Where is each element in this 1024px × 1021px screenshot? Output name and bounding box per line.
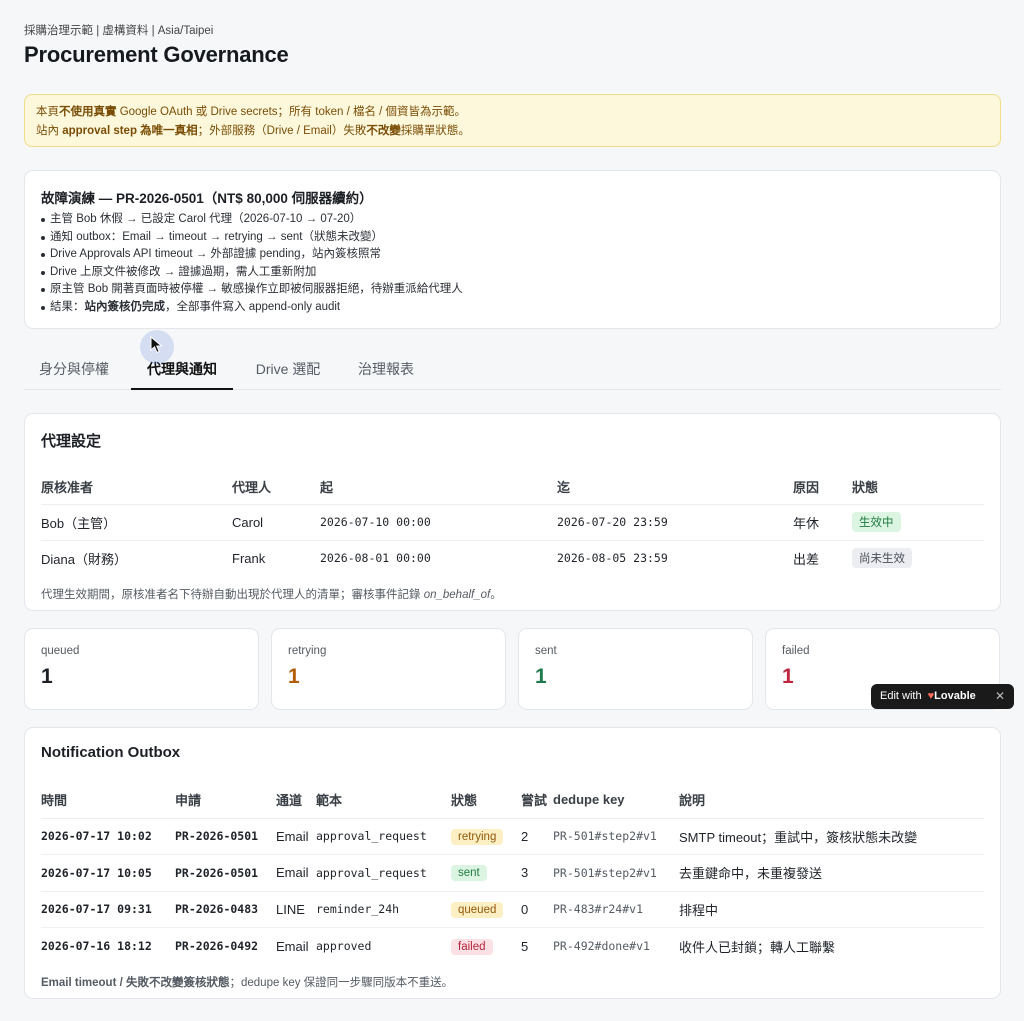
status-badge: retrying [451,828,504,845]
tab-drive[interactable]: Drive 選配 [240,348,336,390]
table-header-row: 時間 申請 通道 範本 狀態 嘗試 dedupe key 說明 [41,782,984,819]
table-row: 2026-07-17 10:02 PR-2026-0501 Email appr… [41,818,984,855]
edit-with-lovable-button[interactable]: Edit with ♥Lovable ✕ [871,684,1014,709]
stat-queued: queued 1 [24,628,259,710]
delegation-table: 原核准者 代理人 起 迄 原因 狀態 Bob（主管） Carol 2026-07… [41,470,984,576]
delegation-settings-card: 代理設定 原核准者 代理人 起 迄 原因 狀態 Bob（主管） Carol 20… [24,413,1001,611]
drill-item: Drive Approvals API timeout → 外部證據 pendi… [41,246,984,264]
status-badge: 尚未生效 [852,548,912,569]
status-badge: queued [451,901,504,918]
table-row: Diana（財務） Frank 2026-08-01 00:00 2026-08… [41,540,984,576]
stat-sent: sent 1 [518,628,753,710]
table-row: 2026-07-17 09:31 PR-2026-0483 LINE remin… [41,891,984,928]
drill-result: 結果：站內簽核仍完成，全部事件寫入 append-only audit [41,299,984,317]
outbox-note: Email timeout / 失敗不改變簽核狀態；dedupe key 保證同… [41,977,454,989]
drill-item: 主管 Bob 休假 → 已設定 Carol 代理（2026-07-10 → 07… [41,211,984,229]
failure-drill-card: 故障演練 — PR-2026-0501（NT$ 80,000 伺服器續約） 主管… [24,170,1001,329]
outbox-title: Notification Outbox [41,744,181,761]
mouse-cursor-icon [150,336,163,354]
tab-identity[interactable]: 身分與停權 [24,348,124,390]
demo-warning-banner: 本頁不使用真實 Google OAuth 或 Drive secrets；所有 … [24,94,1001,147]
table-row: 2026-07-17 10:05 PR-2026-0501 Email appr… [41,854,984,892]
drill-item: 原主管 Bob 開著頁面時被停權 → 敏感操作立即被伺服器拒絕，待辦重派給代理人 [41,281,984,299]
page-meta: 採購治理示範 | 虛構資料 | Asia/Taipei [24,25,214,37]
tab-reports[interactable]: 治理報表 [344,348,428,390]
drill-item: 通知 outbox：Email → timeout → retrying → s… [41,229,984,247]
stat-retrying: retrying 1 [271,628,506,710]
drill-list: 主管 Bob 休假 → 已設定 Carol 代理（2026-07-10 → 07… [41,211,984,316]
table-header-row: 原核准者 代理人 起 迄 原因 狀態 [41,470,984,505]
table-row: 2026-07-16 18:12 PR-2026-0492 Email appr… [41,938,836,955]
drill-item: Drive 上原文件被修改 → 證據過期，需人工重新附加 [41,264,984,282]
notification-outbox-card: Notification Outbox 時間 申請 通道 範本 狀態 嘗試 de… [24,727,1001,999]
delegation-note: 代理生效期間，原核准者名下待辦自動出現於代理人的清單；審核事件記錄 on_beh… [41,589,502,601]
page-title: Procurement Governance [24,42,289,67]
table-row: Bob（主管） Carol 2026-07-10 00:00 2026-07-2… [41,504,984,541]
status-badge: failed [451,938,493,955]
status-badge: 生效中 [852,512,901,532]
drill-title: 故障演練 — PR-2026-0501（NT$ 80,000 伺服器續約） [41,191,373,206]
outbox-table: 時間 申請 通道 範本 狀態 嘗試 dedupe key 說明 2026-07-… [41,782,984,964]
status-badge: sent [451,865,487,882]
delegation-title: 代理設定 [41,433,102,450]
close-icon[interactable]: ✕ [995,684,1005,709]
